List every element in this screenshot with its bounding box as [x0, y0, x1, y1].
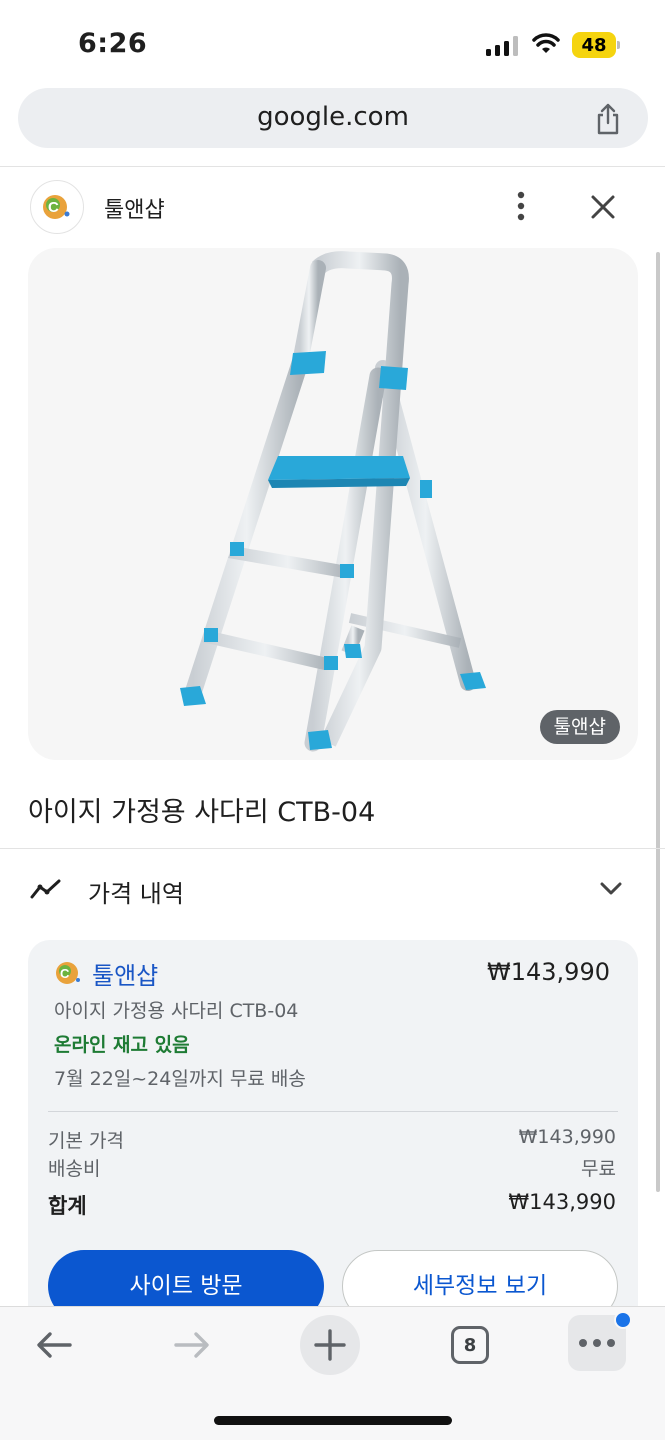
stock-status: 온라인 재고 있음: [54, 1034, 190, 1056]
delivery-info: 7월 22일~24일까지 무료 배송: [54, 1068, 306, 1090]
plus-icon: [314, 1329, 346, 1361]
divider: [0, 848, 665, 849]
ladder-illustration: [180, 251, 486, 752]
svg-text:C: C: [60, 966, 70, 981]
back-button[interactable]: [24, 1315, 84, 1375]
product-title: 아이지 가정용 사다리 CTB-04: [28, 797, 376, 828]
cellular-signal-icon: [486, 36, 518, 56]
divider: [48, 1111, 618, 1112]
base-price-value: ₩143,990: [518, 1126, 616, 1148]
price-history-label: 가격 내역: [88, 880, 184, 908]
svg-text:C: C: [48, 199, 59, 216]
image-source-badge: 툴앤샵: [539, 710, 620, 744]
share-icon[interactable]: [594, 103, 622, 135]
close-icon[interactable]: [588, 192, 618, 222]
total-label: 합계: [48, 1194, 87, 1218]
total-value: ₩143,990: [508, 1190, 616, 1214]
offer-product-name: 아이지 가정용 사다리 CTB-04: [54, 1000, 299, 1022]
base-price-label: 기본 가격: [48, 1130, 124, 1152]
store-logo-icon: C: [43, 195, 70, 219]
offer-store-link[interactable]: 툴앤샵: [92, 956, 158, 991]
tab-count: 8: [451, 1326, 489, 1364]
scrollbar[interactable]: [656, 252, 660, 1192]
url-text: google.com: [257, 102, 409, 132]
arrow-left-icon: [37, 1332, 72, 1358]
price-history-row[interactable]: 가격 내역: [0, 850, 665, 930]
store-header: C 툴앤샵: [0, 170, 665, 242]
status-time: 6:26: [78, 28, 148, 59]
address-bar[interactable]: google.com: [18, 88, 648, 148]
offer-card: C 툴앤샵 ₩143,990 아이지 가정용 사다리 CTB-04 온라인 재고…: [28, 940, 638, 1340]
divider: [0, 166, 665, 167]
shipping-value: 무료: [581, 1158, 616, 1180]
offer-price: ₩143,990: [487, 958, 610, 986]
wifi-icon: [532, 33, 560, 53]
arrow-right-icon: [174, 1332, 209, 1358]
more-horiz-icon: [579, 1339, 615, 1347]
battery-level: 48: [572, 32, 616, 58]
store-logo[interactable]: C: [30, 180, 84, 234]
home-indicator[interactable]: [214, 1416, 452, 1425]
status-bar: 6:26 48: [0, 0, 665, 84]
more-vert-icon[interactable]: [508, 190, 534, 222]
store-logo-icon: C: [56, 962, 80, 984]
new-tab-button[interactable]: [300, 1315, 360, 1375]
shipping-label: 배송비: [48, 1158, 101, 1180]
chevron-down-icon[interactable]: [598, 880, 624, 898]
tabs-button[interactable]: 8: [440, 1315, 500, 1375]
forward-button[interactable]: [162, 1315, 222, 1375]
store-name[interactable]: 툴앤샵: [104, 192, 165, 224]
product-image[interactable]: 툴앤샵: [28, 248, 638, 760]
trending-icon: [30, 879, 61, 899]
notification-dot: [614, 1311, 632, 1329]
battery-icon: 48: [572, 32, 620, 58]
